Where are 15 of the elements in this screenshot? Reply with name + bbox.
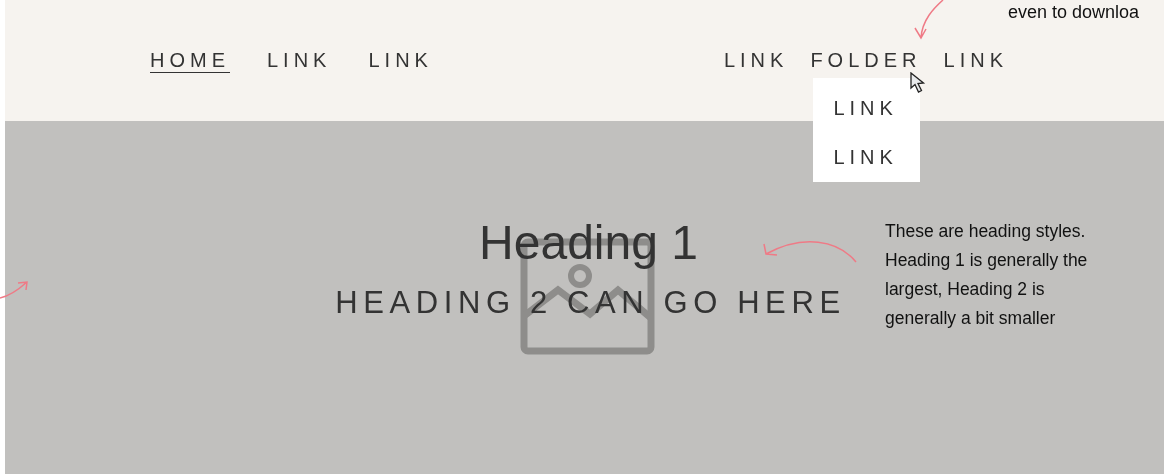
dropdown-link[interactable]: LINK [833,145,898,170]
heading-one: Heading 1 [479,215,698,271]
nav-link[interactable]: LINK [368,48,433,73]
curved-arrow [0,280,29,299]
annotation-text: These are heading styles. Heading 1 is generally the largest, Heading 2 is generally a bit smaller [885,220,1089,330]
nav-link[interactable]: LINK [267,48,332,73]
dropdown-link[interactable]: LINK [833,96,898,121]
nav-link[interactable]: HOME [150,48,230,73]
nav-link[interactable]: LINK [943,48,1008,73]
annotation-text: even to downloa [1008,1,1140,24]
nav-link[interactable]: LINK [723,48,789,73]
heading-two: HEADING 2 CAN GO HERE [335,285,846,321]
pointer-cursor-icon [910,72,928,93]
curved-arrow [912,0,944,40]
folder-link[interactable]: FOLDER [810,48,922,73]
